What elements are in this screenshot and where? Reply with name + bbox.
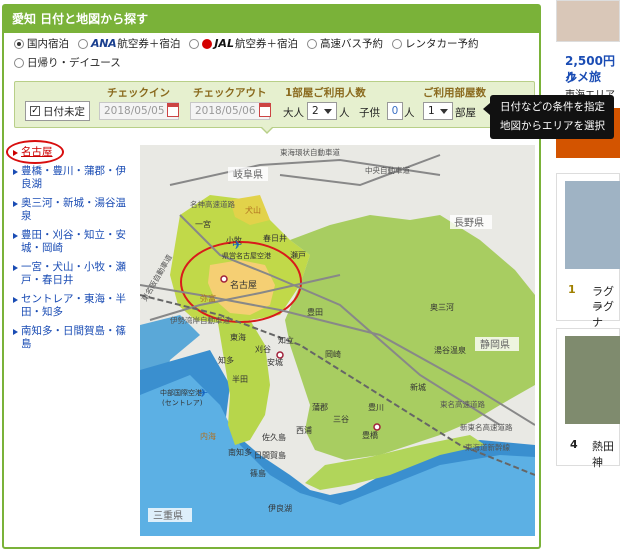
place-toyota: 豊田	[307, 307, 323, 317]
place-inuyama: 犬山	[245, 205, 261, 215]
adult-select[interactable]: 2	[307, 102, 337, 120]
child-unit: 人	[404, 107, 415, 119]
area-link-toyohashi[interactable]: 豊橋・豊川・蒲郡・伊良湖	[12, 165, 136, 192]
child-count[interactable]: 0	[387, 102, 403, 120]
road-tomei: 東名高速道路	[440, 399, 485, 409]
ranking-photo-4	[565, 336, 620, 424]
road-shinkansen: 東海道新幹線	[465, 442, 510, 452]
adult-unit: 人	[339, 107, 350, 119]
place-centrair: 中部国際空港	[160, 388, 202, 397]
travel-type-radios: 国内宿泊 ANA 航空券＋宿泊 JAL 航空券＋宿泊 高速バス予約 レンタカー予約 …	[14, 34, 534, 72]
rooms-label: ご利用部屋数	[423, 87, 486, 99]
area-link-toyota[interactable]: 豊田・刈谷・知立・安城・岡崎	[12, 229, 136, 256]
place-nagoya-airport: 県営名古屋空港	[222, 251, 271, 260]
child-label: 子供	[359, 107, 380, 119]
area-link-centrair[interactable]: セントレア・東海・半田・知多	[12, 293, 136, 320]
radio-domestic-stay[interactable]: 国内宿泊	[14, 36, 69, 51]
place-sakushima: 佐久島	[262, 432, 286, 442]
place-minamichita: 南知多	[228, 447, 252, 457]
search-conditions: ✓ 日付未定 チェックイン 2018/05/05 チェックアウト 2018/05/…	[14, 81, 535, 128]
place-ichinomiya: 一宮	[195, 219, 211, 229]
place-toyohashi: 豊橋	[362, 430, 378, 440]
chevron-down-icon	[440, 109, 448, 114]
checkout-input[interactable]: 2018/05/06	[190, 102, 270, 120]
ana-logo: ANA	[91, 37, 117, 50]
guests-label: 1部屋ご利用人数	[285, 87, 366, 99]
radio-dot	[14, 38, 24, 49]
place-kasugai: 春日井	[263, 233, 287, 243]
chevron-down-icon	[324, 109, 332, 114]
place-okazaki: 岡崎	[325, 349, 341, 359]
road-shin-tomei: 新東名高速道路	[460, 422, 513, 432]
rank-badge-1: 1	[568, 283, 576, 296]
radio-jal-air-stay[interactable]: JAL 航空券＋宿泊	[189, 36, 298, 51]
rooms-unit: 部屋	[455, 107, 476, 119]
radio-rental-car[interactable]: レンタカー予約	[391, 36, 478, 51]
road-chuo: 中央自動車道	[365, 165, 410, 175]
place-yuya-onsen: 湯谷温泉	[434, 345, 466, 355]
aichi-map[interactable]: 岐阜県 長野県 静岡県 三重県 東海環状自動車道 中央自動車道 名神高速道路 東…	[140, 145, 535, 536]
adult-label: 大人	[283, 107, 304, 119]
area-link-minamichita[interactable]: 南知多・日間賀島・篠島	[12, 325, 136, 352]
place-toyokawa: 豊川	[368, 402, 384, 412]
radio-ana-air-stay[interactable]: ANA 航空券＋宿泊	[78, 36, 180, 51]
pref-shizuoka: 静岡県	[480, 338, 510, 351]
place-tobishima: 弥富	[200, 293, 216, 303]
rooms-select[interactable]: 1	[423, 102, 453, 120]
radio-highway-bus[interactable]: 高速バス予約	[306, 36, 383, 51]
area-link-list: 名古屋 豊橋・豊川・蒲郡・伊良湖 奥三河・新城・湯谷温泉 豊田・刈谷・知立・安城…	[12, 146, 136, 357]
place-miya: 三谷	[333, 415, 349, 424]
jal-crane-icon	[202, 38, 213, 49]
place-kariya: 刈谷	[255, 344, 271, 354]
place-nagoya: 名古屋	[230, 279, 257, 291]
ranking-title-4: 熱田神	[592, 440, 614, 469]
calendar-icon[interactable]	[259, 103, 271, 117]
pref-gifu: 岐阜県	[233, 168, 263, 181]
road-meishin: 名神高速道路	[190, 199, 235, 209]
area-link-ichinomiya[interactable]: 一宮・犬山・小牧・瀬戸・春日井	[12, 261, 136, 288]
place-handa: 半田	[232, 374, 248, 384]
place-gamagori: 蒲郡	[312, 402, 328, 412]
place-centrair-sub: (セントレア)	[162, 399, 203, 407]
check-icon: ✓	[30, 106, 40, 116]
place-irago: 伊良湖	[268, 503, 292, 513]
tooltip: 日付などの条件を指定 地図からエリアを選択	[483, 95, 614, 139]
panel-title: 愛知 日付と地図から探す	[4, 6, 539, 33]
place-himakajima: 日間賀島	[254, 450, 286, 460]
ad-price-line2[interactable]: ルメ旅	[565, 68, 601, 85]
calendar-icon[interactable]	[167, 103, 179, 117]
area-link-nagoya[interactable]: 名古屋	[12, 146, 136, 160]
place-chiryu: 知立	[278, 335, 294, 345]
place-nishiura: 西浦	[296, 425, 312, 435]
ranking-title-1b: ラグナ	[592, 300, 614, 329]
pref-mie: 三重県	[153, 509, 183, 522]
place-tokai: 東海	[230, 332, 246, 342]
road-isewangan: 伊勢湾岸自動車道	[170, 315, 230, 325]
ranking-photo-1	[565, 181, 620, 269]
area-link-okumikawa[interactable]: 奥三河・新城・湯谷温泉	[12, 197, 136, 224]
place-shinshiro: 新城	[410, 382, 426, 392]
road-tokai-kanjo: 東海環状自動車道	[280, 147, 340, 157]
jal-logo: JAL	[214, 37, 234, 50]
checkin-label: チェックイン	[107, 87, 170, 99]
place-chita: 知多	[218, 355, 234, 365]
radio-day-use[interactable]: 日帰り・デイユース	[14, 55, 121, 70]
date-undecided-checkbox[interactable]: ✓ 日付未定	[25, 101, 90, 121]
rank-badge-4: 4	[570, 438, 578, 451]
airport-icon: ✈	[198, 386, 208, 400]
place-utsumi: 内海	[200, 431, 216, 441]
place-seto: 瀬戸	[290, 250, 306, 260]
checkout-label: チェックアウト	[193, 87, 267, 99]
place-okumikawa: 奥三河	[430, 302, 454, 312]
place-shinojima: 篠島	[250, 468, 266, 478]
pref-nagano: 長野県	[454, 217, 484, 229]
airport-icon: ✈	[232, 238, 242, 252]
ad-photo-restaurant[interactable]	[556, 0, 620, 42]
